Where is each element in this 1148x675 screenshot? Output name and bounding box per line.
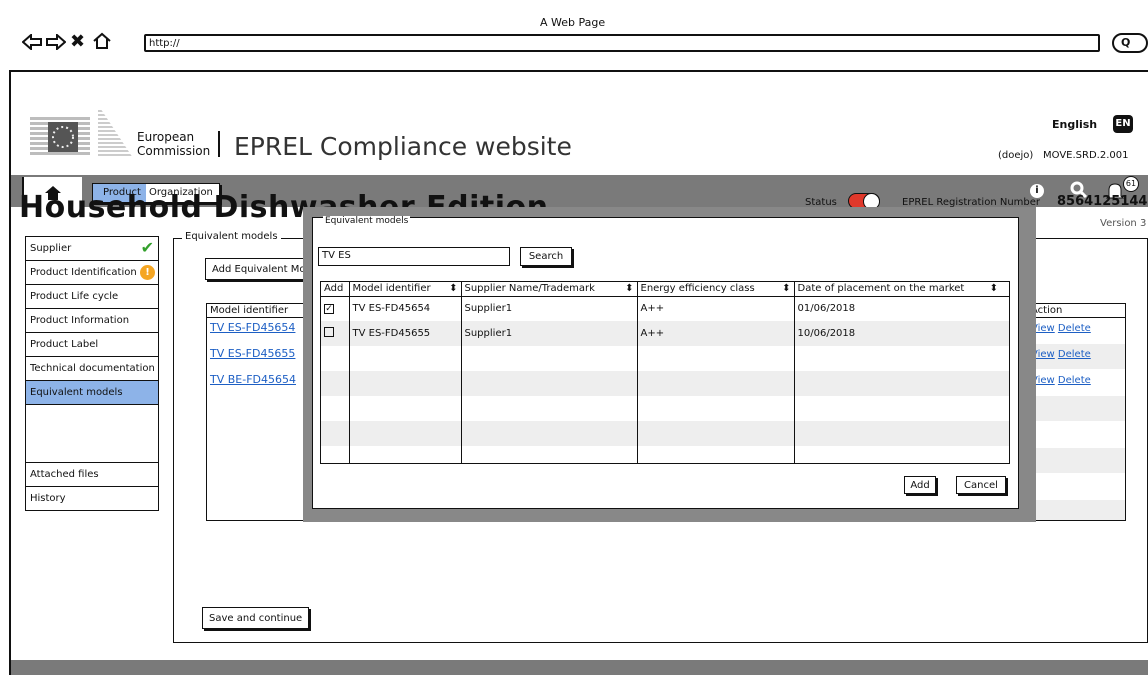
- sidebar-item-label: Supplier: [30, 243, 72, 254]
- energy-cell: A++: [637, 321, 795, 346]
- supplier-cell: Supplier1: [461, 296, 638, 321]
- row-stripe: [1031, 448, 1125, 473]
- model-link[interactable]: TV BE-FD45654: [210, 373, 296, 386]
- date-cell: 01/06/2018: [797, 303, 856, 315]
- eu-line-1: European: [137, 130, 195, 144]
- language-label[interactable]: English: [1052, 118, 1097, 131]
- table-row: ✓ TV ES-FD45654 Supplier1 A++ 01/06/2018: [321, 296, 1009, 321]
- modal-add-button[interactable]: Add: [904, 476, 936, 494]
- sidebar-item-product-information[interactable]: Product Information: [25, 309, 159, 333]
- row-actions: View Delete: [1031, 349, 1091, 360]
- table-row: [321, 396, 1009, 421]
- date-cell: 10/06/2018: [794, 321, 1009, 346]
- sidebar-item-label: Product Life cycle: [30, 291, 119, 302]
- sidebar-item-equivalent-models[interactable]: Equivalent models: [25, 381, 159, 405]
- table-row: TV BE-FD45654: [210, 373, 296, 386]
- sidebar-item-attached-files[interactable]: Attached files: [25, 463, 159, 487]
- energy-cell: A++: [637, 296, 795, 321]
- table-row: [321, 371, 1009, 396]
- window-title: A Web Page: [540, 16, 606, 29]
- sidebar-item-technical-documentation[interactable]: Technical documentation: [25, 357, 159, 381]
- row-actions: View Delete: [1031, 375, 1091, 386]
- checkbox-checked[interactable]: ✓: [324, 304, 334, 315]
- row-stripe: [1031, 396, 1125, 421]
- sort-icon[interactable]: ⬍: [625, 283, 633, 294]
- user-name: (doejo): [998, 150, 1034, 161]
- add-checkbox-cell: [321, 321, 350, 346]
- check-icon: ✔: [140, 238, 154, 257]
- warning-icon: !: [140, 265, 155, 280]
- sidebar-item-supplier[interactable]: Supplier ✔: [25, 237, 159, 261]
- table-row: [321, 421, 1009, 446]
- modal-cancel-button[interactable]: Cancel: [956, 476, 1006, 494]
- col-energy-header[interactable]: Energy efficiency class ⬍: [637, 282, 795, 297]
- model-link[interactable]: TV ES-FD45654: [210, 321, 295, 334]
- modal-results-table: Add Model identifier ⬍ Supplier Name/Trad…: [320, 281, 1010, 464]
- browser-search-icon[interactable]: Q: [1112, 33, 1148, 53]
- col-date-header[interactable]: Date of placement on the market ⬍: [794, 282, 1009, 297]
- modal-legend: Equivalent models: [323, 216, 411, 226]
- table-row: TV ES-FD45655 Supplier1 A++ 10/06/2018: [321, 321, 1009, 346]
- sidebar-item-product-label[interactable]: Product Label: [25, 333, 159, 357]
- browser-status-bar: [11, 660, 1148, 675]
- sort-icon[interactable]: ⬍: [782, 283, 790, 294]
- col-label: Model identifier: [352, 283, 431, 295]
- sidebar-item-history[interactable]: History: [25, 487, 159, 511]
- sidebar-item-label: Equivalent models: [30, 387, 123, 398]
- col-label: Date of placement on the market: [797, 283, 965, 295]
- table-row: [321, 446, 1009, 463]
- sidebar-item-label: Attached files: [30, 469, 99, 480]
- delete-link[interactable]: Delete: [1058, 375, 1091, 386]
- home-icon[interactable]: [92, 32, 112, 54]
- col-model-header: Model identifier: [210, 305, 289, 316]
- sort-icon[interactable]: ⬍: [449, 283, 457, 294]
- version-label: Version 3: [1100, 218, 1147, 229]
- col-add-header: Add: [321, 282, 350, 297]
- row-stripe: [1031, 500, 1125, 520]
- col-supplier-header[interactable]: Supplier Name/Trademark ⬍: [461, 282, 638, 297]
- model-cell: TV ES-FD45654: [349, 296, 462, 321]
- eu-flag-logo: [30, 117, 90, 157]
- row-actions: View Delete: [1031, 323, 1091, 334]
- supplier-cell: Supplier1: [461, 321, 638, 346]
- col-label: Energy efficiency class: [640, 283, 755, 295]
- modal-search-input[interactable]: TV ES: [318, 247, 510, 266]
- notification-count-badge: 61: [1123, 176, 1139, 192]
- sidebar-item-label: Product Label: [30, 339, 99, 350]
- delete-link[interactable]: Delete: [1058, 323, 1091, 334]
- col-model-header[interactable]: Model identifier ⬍: [349, 282, 462, 297]
- stop-icon[interactable]: ✖: [70, 33, 85, 51]
- sidebar-item-label: Product Information: [30, 315, 130, 326]
- language-badge-icon[interactable]: EN: [1113, 115, 1133, 133]
- back-icon[interactable]: [21, 32, 42, 54]
- checkbox-unchecked[interactable]: [324, 327, 334, 337]
- info-icon[interactable]: i: [1030, 184, 1044, 198]
- table-row: TV ES-FD45654: [210, 321, 295, 334]
- table-row: [321, 346, 1009, 371]
- save-and-continue-button[interactable]: Save and continue: [202, 607, 310, 629]
- sidebar-item-label: Product Identification: [30, 267, 137, 278]
- sidebar: Supplier ✔ Product Identification ! Prod…: [25, 236, 159, 512]
- sidebar-item-label: Technical documentation: [30, 363, 155, 374]
- registration-number: 8564125144: [1057, 194, 1148, 209]
- panel-legend: Equivalent models: [182, 231, 281, 242]
- site-title: EPREL Compliance website: [234, 132, 572, 161]
- model-link[interactable]: TV ES-FD45655: [210, 347, 295, 360]
- add-checkbox-cell: ✓: [321, 296, 350, 321]
- eu-line-2: Commission: [137, 144, 211, 158]
- header-divider: [218, 131, 220, 157]
- address-bar[interactable]: http://: [144, 34, 1100, 52]
- forward-icon[interactable]: [46, 32, 67, 54]
- sidebar-item-product-identification[interactable]: Product Identification !: [25, 261, 159, 285]
- user-org: MOVE.SRD.2.001: [1043, 150, 1129, 161]
- modal-search-button[interactable]: Search: [520, 247, 572, 266]
- model-cell: TV ES-FD45655: [349, 321, 462, 346]
- sidebar-item-label: History: [30, 493, 66, 504]
- sidebar-item-product-life-cycle[interactable]: Product Life cycle: [25, 285, 159, 309]
- col-label: Supplier Name/Trademark: [464, 283, 595, 295]
- table-row: TV ES-FD45655: [210, 347, 295, 360]
- delete-link[interactable]: Delete: [1058, 349, 1091, 360]
- sidebar-spacer: [25, 405, 159, 463]
- sort-icon[interactable]: ⬍: [990, 283, 998, 294]
